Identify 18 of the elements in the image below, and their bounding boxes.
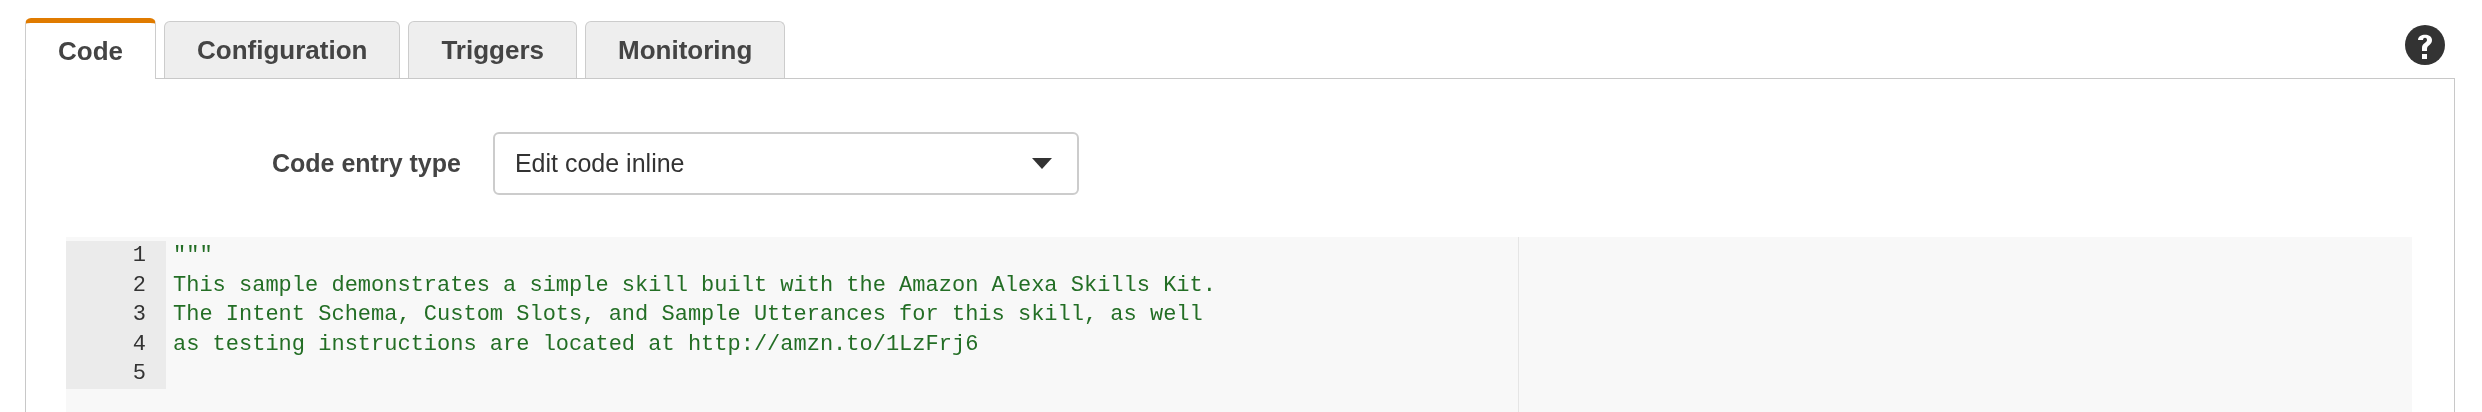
code-entry-type-dropdown[interactable]: Edit code inline — [492, 132, 1079, 195]
line-number: 1 — [132, 242, 146, 271]
help-icon[interactable] — [2405, 25, 2445, 65]
code-line: as testing instructions are located at http://amzn.to/1LzFrj6 — [172, 330, 979, 359]
code-line: This sample demonstrates a simple skill built with the Amazon Alexa Skills Kit. — [172, 271, 1216, 300]
tab[interactable]: Configuration — [164, 21, 401, 78]
code-editor[interactable] — [66, 237, 2412, 412]
field-label: Code entry type — [272, 147, 461, 179]
caret-icon — [1031, 158, 1052, 169]
code-line: The Intent Schema, Custom Slots, and Sample Utterances for this skill, as well — [172, 301, 1203, 330]
tab[interactable]: Monitoring — [585, 21, 786, 78]
tab[interactable]: Triggers — [408, 21, 577, 78]
line-number: 3 — [132, 301, 146, 330]
line-number: 4 — [132, 330, 146, 359]
line-number: 2 — [132, 271, 146, 300]
line-number: 5 — [132, 360, 146, 389]
code-line: """ — [172, 242, 213, 271]
tab[interactable]: Code — [25, 18, 156, 79]
